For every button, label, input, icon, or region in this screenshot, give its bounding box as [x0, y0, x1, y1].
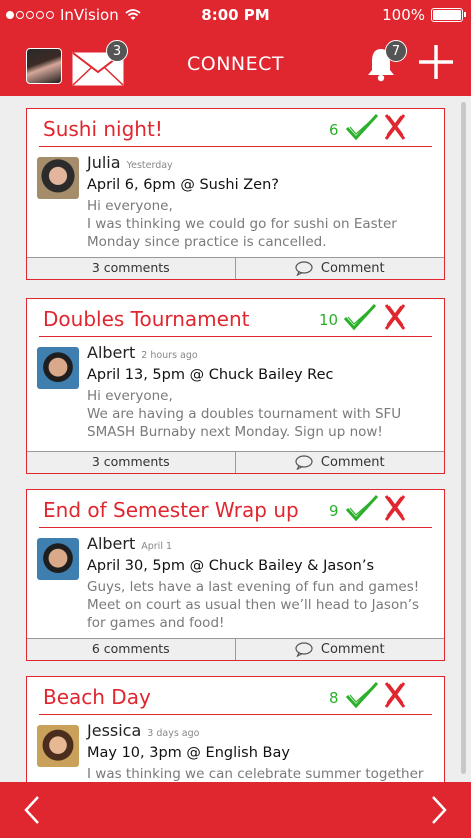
- author-name: Albert 2 hours ago: [87, 343, 198, 362]
- post-message: I was thinking we can celebrate summer t…: [87, 766, 424, 782]
- post-time: April 1: [141, 541, 173, 552]
- author-avatar: [37, 725, 79, 767]
- status-right: 100%: [382, 6, 466, 24]
- plus-icon: [419, 45, 453, 79]
- post-body: Julia Yesterday April 6, 6pm @ Sushi Zen?…: [27, 147, 444, 250]
- post-title: Doubles Tournament: [43, 307, 250, 331]
- post-card[interactable]: Sushi night! 6 Julia Yesterday April 6, 6…: [26, 108, 445, 280]
- status-bar: InVision 8:00 PM 100%: [0, 0, 471, 32]
- post-time: Yesterday: [126, 160, 173, 171]
- post-card[interactable]: Beach Day 8 Jessica 3 days ago May 10, 3p…: [26, 676, 445, 782]
- comment-button[interactable]: Comment: [236, 452, 445, 473]
- post-footer: 6 comments Comment: [27, 638, 444, 660]
- post-title: Sushi night!: [43, 117, 163, 141]
- attending-count: 10: [319, 311, 339, 329]
- comments-count-link[interactable]: 6 comments: [27, 639, 236, 660]
- post-time: 3 days ago: [147, 728, 200, 739]
- comments-count-link[interactable]: 3 comments: [27, 258, 236, 279]
- speech-bubble-icon: [295, 642, 313, 657]
- battery-icon: [431, 8, 466, 22]
- speech-bubble-icon: [295, 455, 313, 470]
- event-details: May 10, 3pm @ English Bay: [87, 745, 290, 761]
- add-post-button[interactable]: [418, 44, 454, 84]
- chevron-left-icon[interactable]: [24, 795, 40, 825]
- author-avatar: [37, 347, 79, 389]
- comment-label: Comment: [320, 455, 385, 470]
- post-header: Doubles Tournament 10: [39, 299, 432, 337]
- post-message: Guys, lets have a last evening of fun an…: [87, 579, 420, 631]
- event-details: April 6, 6pm @ Sushi Zen?: [87, 177, 279, 193]
- post-title: Beach Day: [43, 685, 151, 709]
- nav-bar: 3 CONNECT 7: [0, 32, 471, 96]
- chevron-right-icon[interactable]: [431, 795, 447, 825]
- bottom-bar: [0, 782, 471, 838]
- attending-count: 6: [329, 121, 339, 139]
- comment-button[interactable]: Comment: [236, 639, 445, 660]
- post-title: End of Semester Wrap up: [43, 498, 299, 522]
- comments-count-link[interactable]: 3 comments: [27, 452, 236, 473]
- speech-bubble-icon: [295, 261, 313, 276]
- check-icon[interactable]: [345, 681, 379, 709]
- post-time: 2 hours ago: [141, 350, 198, 361]
- battery-percent: 100%: [382, 6, 425, 24]
- check-icon[interactable]: [343, 303, 377, 331]
- feed-scrollbar[interactable]: [461, 102, 466, 774]
- post-body: Albert 2 hours ago April 13, 5pm @ Chuck …: [27, 337, 444, 440]
- post-footer: 3 comments Comment: [27, 257, 444, 279]
- post-header: Beach Day 8: [39, 677, 432, 715]
- post-footer: 3 comments Comment: [27, 451, 444, 473]
- author-avatar: [37, 538, 79, 580]
- author-name: Albert April 1: [87, 534, 173, 553]
- author-name: Jessica 3 days ago: [87, 721, 200, 740]
- post-feed[interactable]: Sushi night! 6 Julia Yesterday April 6, 6…: [0, 96, 471, 782]
- author-name: Julia Yesterday: [87, 153, 173, 172]
- post-message: Hi everyone, We are having a doubles tou…: [87, 388, 402, 440]
- post-header: End of Semester Wrap up 9: [39, 490, 432, 528]
- check-icon[interactable]: [345, 494, 379, 522]
- author-avatar: [37, 157, 79, 199]
- check-icon[interactable]: [345, 113, 379, 141]
- post-message: Hi everyone, I was thinking we could go …: [87, 198, 397, 250]
- comment-label: Comment: [320, 642, 385, 657]
- post-body: Albert April 1 April 30, 5pm @ Chuck Bail…: [27, 528, 444, 631]
- post-card[interactable]: Doubles Tournament 10 Albert 2 hours ago …: [26, 298, 445, 474]
- cross-icon[interactable]: [383, 494, 407, 522]
- post-header: Sushi night! 6: [39, 109, 432, 147]
- post-card[interactable]: End of Semester Wrap up 9 Albert April 1 …: [26, 489, 445, 661]
- cross-icon[interactable]: [383, 303, 407, 331]
- comment-button[interactable]: Comment: [236, 258, 445, 279]
- comment-label: Comment: [320, 261, 385, 276]
- notification-count-badge: 7: [385, 40, 407, 62]
- cross-icon[interactable]: [383, 113, 407, 141]
- cross-icon[interactable]: [383, 681, 407, 709]
- attending-count: 8: [329, 689, 339, 707]
- post-body: Jessica 3 days ago May 10, 3pm @ English …: [27, 715, 444, 782]
- event-details: April 13, 5pm @ Chuck Bailey Rec: [87, 367, 334, 383]
- attending-count: 9: [329, 502, 339, 520]
- event-details: April 30, 5pm @ Chuck Bailey & Jason’s: [87, 558, 375, 574]
